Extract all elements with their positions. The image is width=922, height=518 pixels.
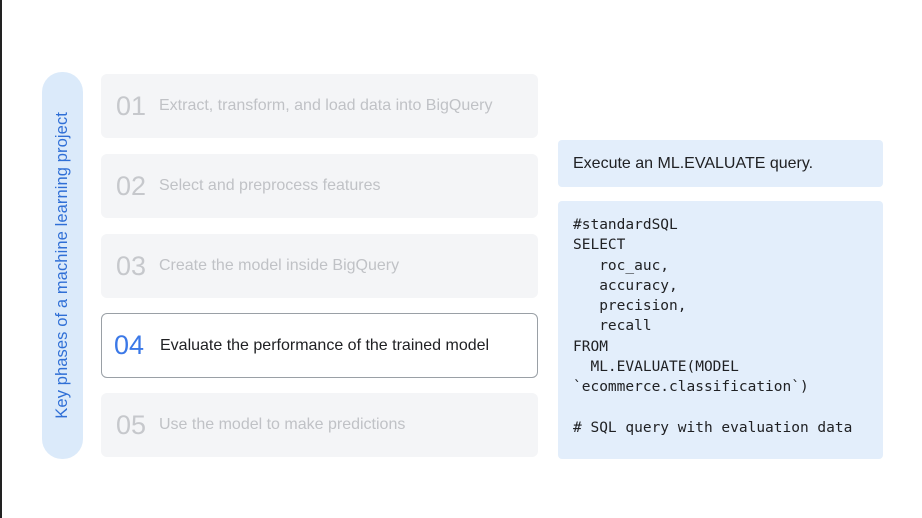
phase-step-01: 01 Extract, transform, and load data int… <box>101 74 538 138</box>
step-number: 04 <box>114 330 145 360</box>
code-line: roc_auc, <box>573 257 670 274</box>
code-line: # SQL query with evaluation data <box>573 419 853 436</box>
step-label: Extract, transform, and load data into B… <box>159 97 493 114</box>
code-line: recall <box>573 318 652 335</box>
code-line: SELECT <box>573 237 626 254</box>
phase-step-05: 05 Use the model to make predictions <box>101 393 538 457</box>
code-line: FROM <box>573 338 608 355</box>
step-number: 02 <box>116 170 147 201</box>
code-line: accuracy, <box>573 277 678 294</box>
section-title-pill: Key phases of a machine learning project <box>42 72 83 459</box>
phase-step-02: 02 Select and preprocess features <box>101 154 538 218</box>
left-edge-line <box>0 0 2 518</box>
sql-code-block: #standardSQL SELECT roc_auc, accuracy, p… <box>558 201 883 459</box>
code-line: precision, <box>573 298 687 315</box>
section-title: Key phases of a machine learning project <box>53 112 71 419</box>
phase-step-04-active: 04 Evaluate the performance of the train… <box>101 313 538 378</box>
code-line: `ecommerce.classification`) <box>573 379 809 396</box>
step-number: 01 <box>116 90 147 121</box>
phase-step-03: 03 Create the model inside BigQuery <box>101 234 538 298</box>
code-line: ML.EVALUATE(MODEL <box>573 359 739 376</box>
step-label: Use the model to make predictions <box>159 416 406 433</box>
step-label: Create the model inside BigQuery <box>159 257 400 274</box>
step-label: Select and preprocess features <box>159 177 381 194</box>
instruction-text: Execute an ML.EVALUATE query. <box>573 154 814 172</box>
instruction-box: Execute an ML.EVALUATE query. <box>558 140 883 187</box>
step-label: Evaluate the performance of the trained … <box>160 336 490 354</box>
step-number: 03 <box>116 250 147 281</box>
code-line: #standardSQL <box>573 217 678 233</box>
step-number: 05 <box>116 409 147 440</box>
